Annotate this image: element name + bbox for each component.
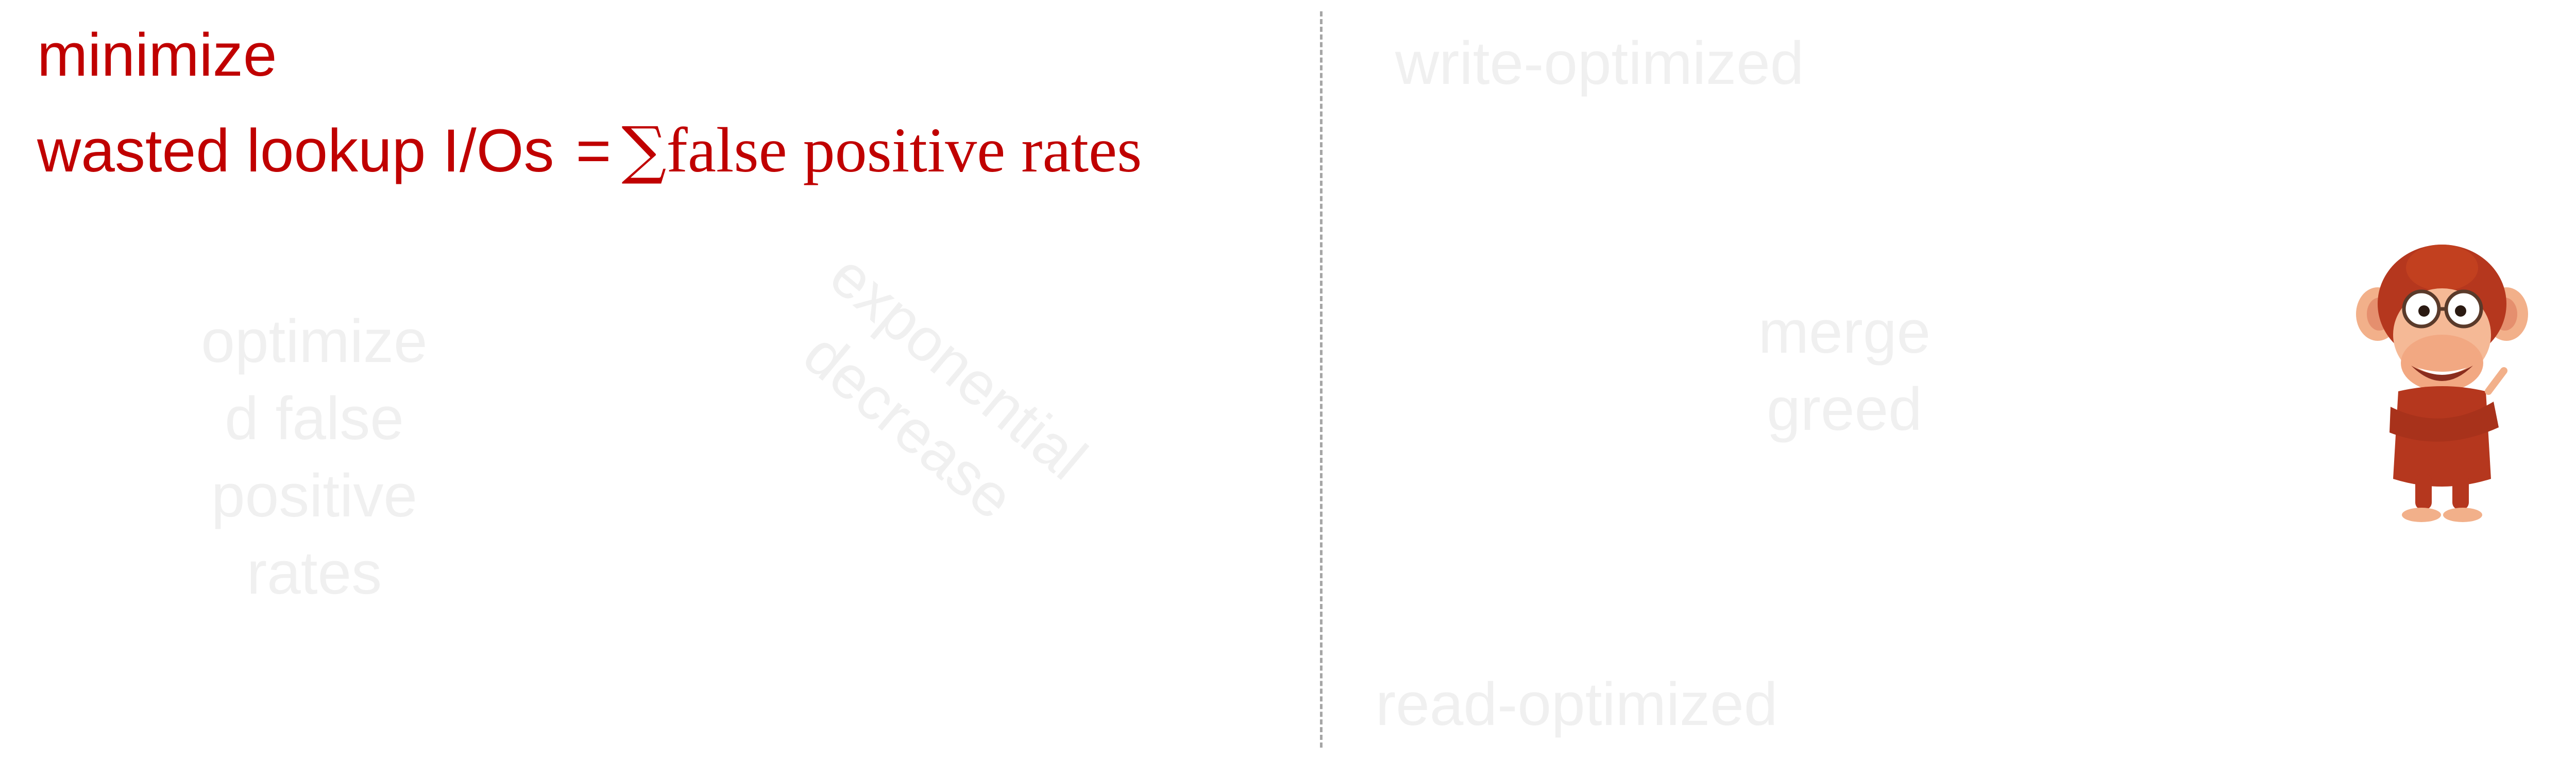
optimized-line: d false (225, 385, 404, 453)
optimized-false-positive-rates-label: optimize d false positive rates (165, 303, 464, 612)
formula-line: wasted lookup I/Os = ∑false positive rates (37, 118, 1142, 182)
merge-greed-line: merge (1758, 298, 1931, 366)
read-optimized-label: read-optimized (1376, 670, 1778, 738)
write-optimized-label: write-optimized (1395, 29, 1804, 97)
formula-equals: = (575, 117, 612, 185)
exponential-decrease-label: exponential decrease (757, 241, 1099, 551)
sum-symbol: ∑ (621, 113, 667, 186)
optimized-line: rates (246, 539, 382, 607)
vertical-divider (1320, 11, 1323, 748)
merge-greed-line: greed (1767, 375, 1922, 443)
optimized-line: positive (211, 462, 418, 530)
heading-minimize: minimize (37, 21, 277, 89)
monkey-with-glasses-icon (2349, 237, 2535, 525)
formula-lhs: wasted lookup I/Os (37, 117, 554, 185)
formula-rhs: false positive rates (666, 115, 1142, 185)
merge-greed-label: merge greed (1700, 293, 1989, 448)
optimized-line: optimize (201, 307, 428, 375)
